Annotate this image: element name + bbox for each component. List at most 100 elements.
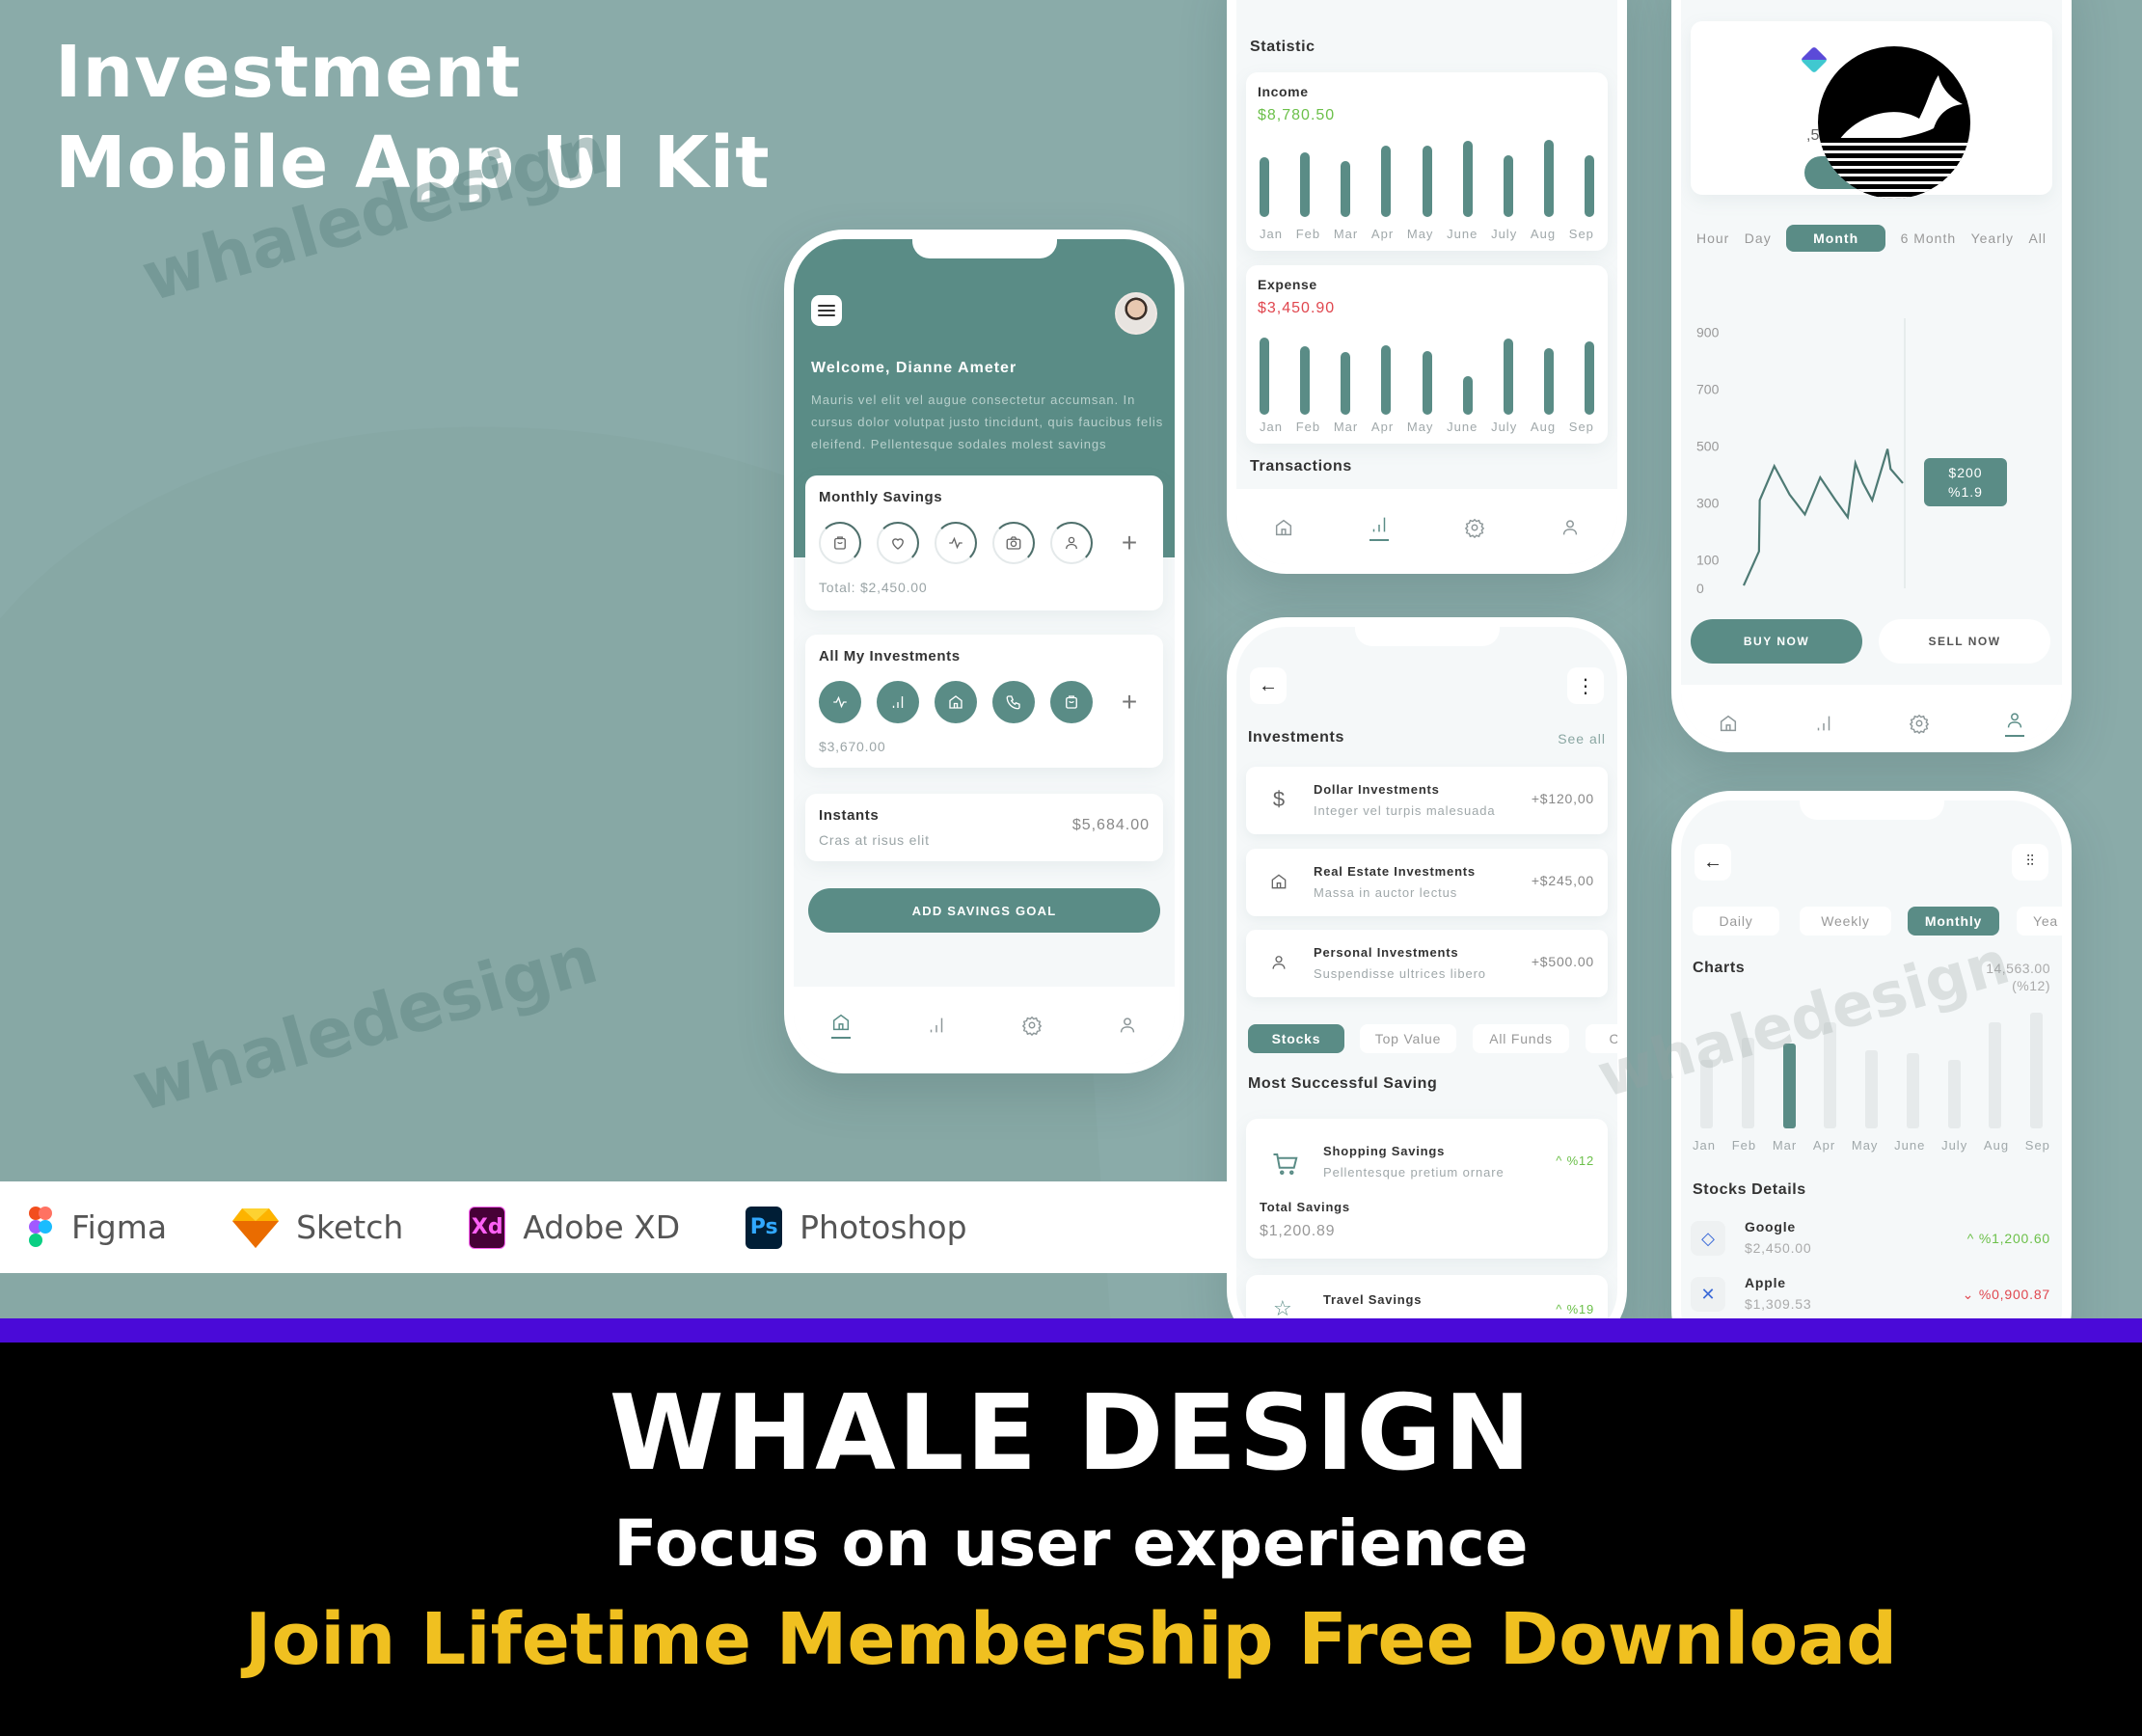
range-yearly[interactable]: Yearly: [1971, 231, 2014, 246]
nav-stats[interactable]: [1367, 513, 1392, 542]
nav-home[interactable]: [828, 1011, 854, 1040]
intro-text: Mauris vel elit vel augue consectetur ac…: [811, 393, 1164, 451]
savings-goal-bag[interactable]: [819, 522, 861, 564]
figma-icon: [29, 1206, 52, 1247]
period-yearly[interactable]: Yea: [2017, 907, 2062, 936]
see-all-link[interactable]: See all: [1558, 731, 1606, 746]
more-vertical-icon: ⋮: [1576, 675, 1595, 697]
range-hour[interactable]: Hour: [1696, 231, 1729, 246]
home-icon: [1276, 519, 1292, 536]
investment-chart[interactable]: [877, 681, 919, 723]
charts-title: Charts: [1693, 960, 1746, 976]
nav-settings[interactable]: [1462, 513, 1487, 542]
nav-stats[interactable]: [924, 1011, 949, 1040]
investment-phone[interactable]: [992, 681, 1035, 723]
income-amount: $8,780.50: [1258, 107, 1336, 123]
range-month[interactable]: Month: [1786, 225, 1886, 252]
gear-icon: [1021, 1016, 1043, 1036]
savings-goal-heart[interactable]: [877, 522, 919, 564]
month-label: July: [1941, 1138, 1968, 1153]
add-savings-icon[interactable]: +: [1108, 522, 1151, 564]
period-daily[interactable]: Daily: [1693, 907, 1779, 936]
promo-text[interactable]: Join Lifetime Membership Free Download: [0, 1598, 2142, 1681]
nav-stats[interactable]: [1811, 709, 1836, 738]
range-selector: Hour Day Month 6 Month Yearly All: [1696, 225, 2047, 252]
phone-icon: [1006, 695, 1020, 710]
home-icon: [1721, 715, 1737, 732]
bar-may: [1865, 1050, 1878, 1128]
sell-now-button[interactable]: SELL NOW: [1879, 619, 2050, 664]
user-icon: [1066, 536, 1077, 550]
savings-subtitle: Pellentesque pretium ornare: [1323, 1165, 1505, 1180]
instants-card[interactable]: Instants Cras at risus elit $5,684.00: [805, 794, 1163, 861]
savings-goal-camera[interactable]: [992, 522, 1035, 564]
stock-row[interactable]: ◇ Google $2,450.00 ^ %1,200.60: [1681, 1215, 2062, 1265]
y-tick-label: 900: [1696, 325, 1720, 340]
promo-banner: WHALE DESIGN Focus on user experience Jo…: [0, 1343, 2142, 1736]
buy-now-button[interactable]: BUY NOW: [1691, 619, 1862, 664]
month-label: Sep: [1568, 420, 1594, 434]
shopping-savings-card[interactable]: Shopping Savings Pellentesque pretium or…: [1246, 1119, 1608, 1259]
design-tools-strip: Figma Sketch Xd Adobe XD Ps Photoshop: [0, 1181, 1230, 1273]
add-investment-icon[interactable]: +: [1108, 681, 1151, 723]
nav-home[interactable]: [1271, 513, 1296, 542]
investment-list-item[interactable]: Personal Investments Suspendisse ultrice…: [1246, 930, 1608, 997]
total-savings-label: Total Savings: [1260, 1200, 1350, 1214]
savings-title: Shopping Savings: [1323, 1144, 1446, 1158]
stock-row[interactable]: ✕ Apple $1,309.53 ⌄ %0,900.87: [1681, 1271, 2062, 1321]
user-icon: [1562, 520, 1577, 535]
investment-list-item[interactable]: Real Estate Investments Massa in auctor …: [1246, 849, 1608, 916]
phone-notch: [1799, 800, 1944, 820]
income-card: Income $8,780.50 Jan Feb Mar Apr May June July…: [1246, 72, 1608, 251]
back-button[interactable]: ←: [1695, 844, 1731, 881]
tool-name: Sketch: [296, 1208, 404, 1246]
bar-aug: [1543, 348, 1554, 415]
filter-top-value[interactable]: Top Value: [1360, 1024, 1456, 1053]
investment-home[interactable]: [935, 681, 977, 723]
investment-activity[interactable]: [819, 681, 861, 723]
price-tooltip: $200 %1.9: [1924, 458, 2007, 506]
phone-notch: [1354, 627, 1500, 646]
expense-chart: [1260, 338, 1594, 415]
tool-photoshop: Ps Photoshop: [746, 1206, 967, 1249]
charts-screen-phone: ← ⫶⫶ Daily Weekly Monthly Yea Charts 14,…: [1671, 791, 2072, 1370]
menu-button[interactable]: [811, 295, 842, 326]
nav-profile[interactable]: [1558, 513, 1583, 542]
savings-goal-activity[interactable]: [935, 522, 977, 564]
nav-settings[interactable]: [1019, 1011, 1044, 1040]
avatar[interactable]: [1115, 292, 1157, 335]
back-button[interactable]: ←: [1250, 667, 1287, 704]
brand-name: WHALE DESIGN: [609, 1373, 1533, 1494]
income-month-labels: Jan Feb Mar Apr May June July Aug Sep: [1260, 227, 1594, 241]
camera-icon: [1006, 536, 1021, 550]
more-button[interactable]: ⋮: [1567, 667, 1604, 704]
bottom-nav: [1681, 685, 2062, 743]
range-day[interactable]: Day: [1745, 231, 1772, 246]
filter-all-funds[interactable]: All Funds: [1473, 1024, 1569, 1053]
month-label: Aug: [1983, 1138, 2010, 1153]
filter-stocks[interactable]: Stocks: [1248, 1024, 1344, 1053]
period-weekly[interactable]: Weekly: [1800, 907, 1891, 936]
bottom-nav: [1236, 489, 1617, 564]
nav-profile[interactable]: [1115, 1011, 1140, 1040]
bar-feb: [1300, 345, 1311, 415]
expense-month-labels: Jan Feb Mar Apr May June July Aug Sep: [1260, 420, 1594, 434]
range-6-month[interactable]: 6 Month: [1901, 231, 1957, 246]
nav-profile[interactable]: [2002, 709, 2027, 738]
investment-list-item[interactable]: $ Dollar Investments Integer vel turpis …: [1246, 767, 1608, 834]
range-all[interactable]: All: [2028, 231, 2047, 246]
bar-july: [1503, 155, 1513, 217]
bar-feb: [1300, 151, 1311, 217]
statistic-title: Statistic: [1250, 39, 1315, 55]
savings-goal-user[interactable]: [1050, 522, 1093, 564]
add-savings-goal-button[interactable]: ADD SAVINGS GOAL: [808, 888, 1160, 933]
nav-settings[interactable]: [1907, 709, 1932, 738]
bag-icon: [834, 536, 846, 550]
nav-home[interactable]: [1716, 709, 1741, 738]
user-icon: [1272, 956, 1286, 969]
filter-button[interactable]: ⫶⫶: [2012, 844, 2048, 881]
arrow-up-icon: ^: [1556, 1153, 1567, 1168]
investment-bag[interactable]: [1050, 681, 1093, 723]
income-chart: [1260, 140, 1594, 217]
price-line-chart: 0 100 300 500 700 900: [1696, 318, 1906, 596]
